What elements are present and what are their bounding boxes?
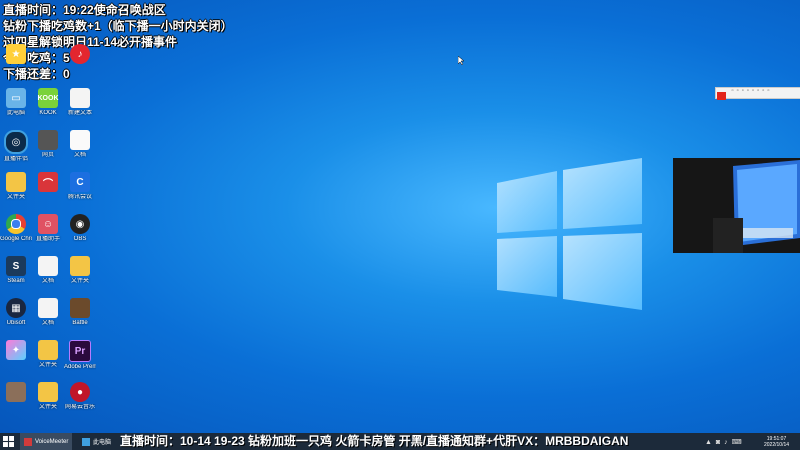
figure-icon — [6, 382, 26, 402]
netease-music-icon: ♪ — [70, 44, 90, 64]
document-icon — [38, 256, 58, 276]
explorer-icon — [82, 437, 90, 446]
taskbar-app-voicemeeter[interactable]: VoiceMeeter — [20, 433, 73, 450]
desktop-icon-live[interactable]: ◎ 直播伴侣 — [0, 130, 32, 163]
image-icon — [38, 130, 58, 150]
system-tray[interactable]: ▲◙♪⌨ — [705, 433, 746, 450]
overlay-line-5: 下播还差：0 — [3, 67, 70, 81]
webcam-overlay — [673, 158, 800, 253]
overlay-line-1: 直播时间：19:22使命召唤战区 — [3, 3, 166, 17]
folder-icon — [6, 172, 26, 192]
desktop-icon-music[interactable]: ● 网易云音乐 — [64, 382, 96, 411]
windows-start-icon — [3, 436, 14, 447]
desktop-icon-textfile[interactable]: 新建文本 — [64, 88, 96, 117]
document-icon — [70, 130, 90, 150]
desktop-icon-this-pc[interactable]: ▭ 此电脑 — [0, 88, 32, 117]
obs-icon: ◉ — [70, 214, 90, 234]
taskbar-app-label: 此电脑 — [93, 440, 112, 446]
desktop-icon-folder3[interactable]: 文件夹 — [32, 340, 64, 369]
folder-icon — [38, 340, 58, 360]
taskbar-app-label: VoiceMeeter — [35, 438, 69, 445]
logo-pane-bl — [497, 236, 557, 297]
grid-icon: ▦ — [6, 298, 26, 318]
desktop-icon-kook[interactable]: KOOK KOOK — [32, 88, 64, 117]
logo-pane-tr — [563, 158, 642, 229]
premiere-icon: Pr — [69, 340, 91, 362]
chrome-icon — [6, 214, 26, 234]
desktop-icon-battle[interactable]: Battle — [64, 298, 96, 327]
image-icon — [70, 298, 90, 318]
desktop: 直播时间：19:22使命召唤战区 钻粉下播吃鸡数+1（临下播一小时内关闭） 过四… — [0, 0, 800, 433]
taskbar-clock[interactable]: 19:51:07 2022/10/14 — [764, 433, 789, 450]
star-icon: ✦ — [6, 340, 26, 360]
overlay-line-2: 钻粉下播吃鸡数+1（临下播一小时内关闭） — [3, 19, 233, 33]
desktop-icon-folder2[interactable]: 文件夹 — [64, 256, 96, 285]
desktop-icon-folder[interactable]: 文件夹 — [0, 172, 32, 201]
document-icon — [38, 298, 58, 318]
target-icon: ◎ — [4, 130, 28, 154]
desktop-icon-app[interactable]: ★ — [0, 44, 32, 66]
app-icon: ★ — [6, 44, 26, 64]
tray-icons: ▲◙♪⌨ — [705, 438, 746, 446]
voicemeeter-icon — [24, 437, 32, 446]
ime-toolbar[interactable]: ▫▫▫▫▫▫▫▫ — [715, 87, 800, 100]
start-button[interactable] — [3, 433, 14, 450]
folder-icon — [70, 256, 90, 276]
desktop-icon-doc[interactable]: 文档 — [64, 130, 96, 159]
desktop-icon-doc3[interactable]: 文档 — [32, 298, 64, 327]
blue-app-icon: C — [70, 172, 90, 192]
desktop-icon-meeting[interactable]: C 腾讯会议 — [64, 172, 96, 201]
desktop-icon-doc2[interactable]: 文档 — [32, 256, 64, 285]
desktop-icon-assistant[interactable]: ☺ 直播助手 — [32, 214, 64, 243]
desktop-icon-star[interactable]: ✦ — [0, 340, 32, 362]
mouse-cursor — [458, 56, 464, 65]
desktop-icon-obs[interactable]: ◉ OBS — [64, 214, 96, 243]
desktop-icon-chrome[interactable]: Google Chrome — [0, 214, 32, 243]
document-icon — [70, 88, 90, 108]
desktop-icon-netease[interactable]: ♪ — [64, 44, 96, 66]
desktop-icon-ubisoft[interactable]: ▦ Ubisoft — [0, 298, 32, 327]
desktop-icon-premiere[interactable]: Pr Adobe Premiere Pro — [64, 340, 96, 371]
music-icon: ● — [70, 382, 90, 402]
logo-pane-br — [563, 233, 642, 310]
ime-logo-icon — [717, 92, 726, 100]
ime-buttons: ▫▫▫▫▫▫▫▫ — [731, 88, 773, 94]
computer-icon: ▭ — [6, 88, 26, 108]
clock-date: 2022/10/14 — [764, 441, 790, 448]
folder-icon — [38, 382, 58, 402]
webcam-scene — [673, 158, 800, 253]
steam-icon: S — [6, 256, 26, 276]
desktop-icon-red-app[interactable]: ⌒ — [32, 172, 64, 194]
avatar-icon: ☺ — [38, 214, 58, 234]
desktop-icon-figure[interactable] — [0, 382, 32, 404]
logo-pane-tl — [497, 171, 557, 233]
stream-ticker: 直播时间：10-14 19-23 钻粉加班一只鸡 火箭卡房管 开黑/直播通知群+… — [120, 434, 629, 448]
desktop-icon-steam[interactable]: S Steam — [0, 256, 32, 285]
desktop-icon-folder4[interactable]: 文件夹 — [32, 382, 64, 411]
kook-icon: KOOK — [38, 88, 59, 108]
desktop-icon-web[interactable]: 网页 — [32, 130, 64, 159]
red-app-icon: ⌒ — [38, 172, 58, 192]
taskbar-app-explorer[interactable]: 此电脑 — [82, 433, 111, 450]
